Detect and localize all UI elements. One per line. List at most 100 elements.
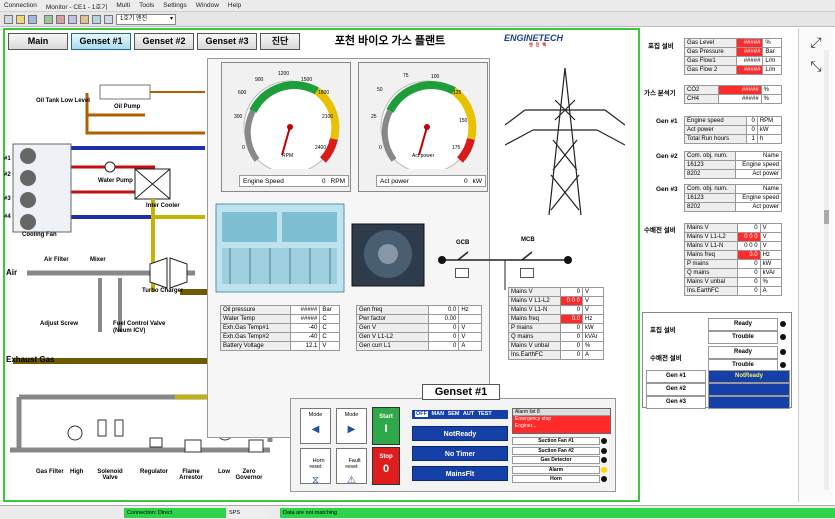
chart-icon[interactable] (56, 15, 65, 24)
indicator-row: Horn (512, 475, 600, 483)
right-gen2-rows-label: 16123 (684, 160, 736, 170)
right-gen3-rows-value: Name (734, 184, 783, 194)
table-row: Mains V L1-N 0 V (507, 305, 604, 315)
tab-genset-3[interactable]: Genset #3 (197, 33, 257, 50)
connect-icon[interactable] (92, 15, 101, 24)
menu-settings[interactable]: Settings (163, 2, 187, 9)
tab-genset-1[interactable]: Genset #1 (71, 33, 131, 50)
engine-selector[interactable]: 1호기 엔진 ▾ (116, 14, 176, 25)
table-row: Mains V L1-L2 0 0 0V (507, 296, 604, 306)
alarm-list[interactable]: Alarm list 8 Emergency stop Enginer... (512, 408, 611, 434)
table-row: P mains 0 kW (683, 259, 783, 269)
right-sub-rows-unit: kVAr (759, 268, 783, 278)
right-sub-rows-value: 0 (737, 277, 761, 287)
mode-right-button[interactable]: Mode ▶ (336, 408, 367, 444)
right-fuel-rows-label: Gas Flow1 (684, 56, 737, 66)
exh-temp-1-label: Exh.Gas Temp#1 (220, 323, 291, 333)
mode-aut[interactable]: AUT (463, 411, 474, 417)
open-folder-icon[interactable] (16, 15, 25, 24)
menu-connection[interactable]: Connection (4, 2, 37, 9)
fuel-table: Gas Level #####% Gas Pressure ##### Bar Gas F… (684, 38, 782, 75)
gcb-switch[interactable] (455, 268, 469, 278)
grid-icon[interactable] (44, 15, 53, 24)
gen-status-label: Gen #1 (646, 370, 706, 383)
table-row: Mains V unbal 0% (683, 277, 783, 287)
menu-bar: Connection Monitor - CE1 - 1호기 Multi Too… (0, 0, 835, 12)
mode-off[interactable]: OFF (415, 411, 428, 417)
oil-pressure-value: ##### (289, 305, 321, 315)
right-fuel-rows-unit: L/m (762, 65, 782, 75)
status-notready: NotReady (412, 426, 508, 441)
table-row: Mains freq 0.0 Hz (683, 250, 783, 260)
settings-icon[interactable] (80, 15, 89, 24)
capture-ready-group-label: 포집 설비 (650, 327, 676, 334)
mode-test[interactable]: TEST (478, 411, 492, 417)
mains-table-value: 0 (560, 332, 584, 342)
gen-v-l1l2-label: Gen V L1-L2 (356, 332, 429, 342)
menu-monitor[interactable]: Monitor - CE1 - 1호기 (46, 1, 107, 11)
vertical-scrollbar[interactable] (824, 50, 829, 490)
table-row: Com. obj. num. Name (684, 184, 783, 194)
menu-multi[interactable]: Multi (116, 2, 130, 9)
collapse-icon[interactable]: ⤡ (806, 56, 826, 76)
right-gen1-rows-value: 0 (745, 116, 758, 126)
right-gas-rows-value: ##### (718, 94, 762, 104)
new-icon[interactable] (4, 15, 13, 24)
tab-diagnostics[interactable]: 진단 (260, 33, 300, 50)
air-filter-label: Air Filter (44, 257, 69, 263)
indicator-row: Suction Fan #2 (512, 446, 600, 455)
menu-tools[interactable]: Tools (139, 2, 154, 9)
app-window: Connection Monitor - CE1 - 1호기 Multi Too… (0, 0, 835, 519)
gen-status-label: Gen #2 (646, 383, 706, 396)
indicator-row: Suction Fan #1 (512, 437, 600, 445)
speed-tick-900: 900 (255, 77, 264, 83)
mode-left-button[interactable]: Mode ◀ (300, 408, 331, 444)
power-readout-value: 0 (463, 177, 468, 185)
engine-image (215, 203, 345, 293)
power-readout-unit: kW (472, 177, 482, 185)
table-row: Battery Voltage 12.1 V (220, 341, 340, 351)
horn-reset-button[interactable]: Horn reset ⧖ (300, 448, 331, 486)
status-led-icon (780, 334, 786, 340)
mode-sem[interactable]: SEM (448, 411, 460, 417)
right-gen2-rows-value: Engine speed (734, 160, 783, 170)
right-gen1-rows-unit: kW (756, 125, 783, 135)
stop-button[interactable]: Stop 0 (372, 447, 400, 485)
right-sub-rows-label: Mains freq (683, 250, 739, 260)
status-mainsflt: MainsFlt (412, 466, 508, 481)
right-gen1-rows-value: 1 (745, 134, 758, 144)
disconnect-icon[interactable] (104, 15, 113, 24)
mcb-switch[interactable] (520, 268, 534, 278)
pwr-factor-unit (458, 314, 482, 324)
right-fuel-rows-value: ##### (735, 47, 764, 57)
right-sub-rows-unit: Hz (759, 250, 783, 260)
substation-ready-group-label: 수배전 설비 (650, 355, 682, 362)
gen-v-label: Gen V (356, 323, 429, 333)
power-tick-25: 25 (371, 114, 377, 120)
start-button[interactable]: Start I (372, 407, 400, 445)
tab-main[interactable]: Main (8, 33, 68, 50)
status-led-icon (601, 438, 607, 444)
table-row: Ins.EarthFC 0 A (683, 286, 783, 296)
fault-reset-label: Fault reset (345, 458, 361, 470)
gen-curr-unit: A (458, 341, 482, 351)
tab-genset-2[interactable]: Genset #2 (134, 33, 194, 50)
monitor-icon[interactable] (68, 15, 77, 24)
gen-status-value (708, 383, 790, 396)
scrollbar-thumb[interactable] (824, 210, 829, 224)
menu-window[interactable]: Window (196, 2, 219, 9)
speed-tick-600: 600 (238, 90, 247, 96)
speed-tick-1200: 1200 (278, 71, 290, 77)
fan-4-label: #4 (4, 214, 11, 220)
zero-governor-label: Zero Governor (235, 469, 263, 481)
right-sub-rows-value: 0 (737, 259, 761, 269)
table-row: Oil pressure ##### Bar (220, 305, 340, 315)
alarm-item[interactable]: Emergency stop Enginer... (513, 416, 610, 433)
save-icon[interactable] (28, 15, 37, 24)
menu-help[interactable]: Help (228, 2, 241, 9)
expand-icon[interactable]: ⤢ (806, 32, 826, 52)
fault-reset-button[interactable]: Fault reset ⚠ (336, 448, 367, 486)
status-led-icon (601, 466, 607, 473)
mode-man[interactable]: MAN (432, 411, 445, 417)
right-sub-rows-label: Mains V (683, 223, 739, 233)
